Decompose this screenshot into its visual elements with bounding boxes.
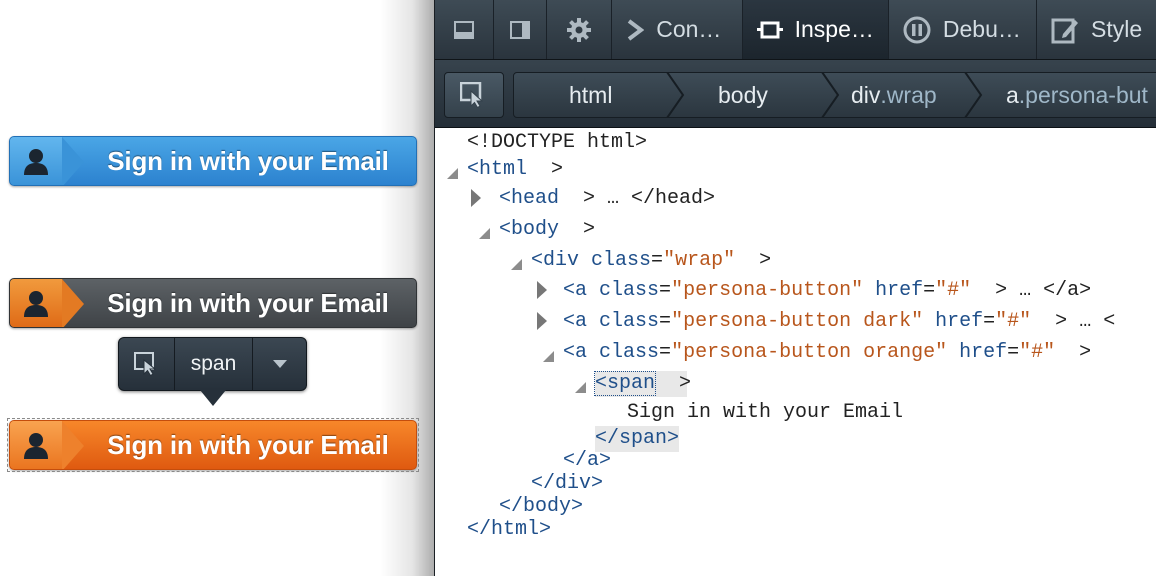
chevron-divider bbox=[62, 137, 84, 185]
pause-icon bbox=[903, 16, 931, 44]
markup-span-text[interactable]: Sign in with your Email bbox=[627, 400, 903, 426]
button-label: Sign in with your Email bbox=[107, 429, 389, 460]
settings-button[interactable] bbox=[547, 0, 613, 59]
markup-html-close[interactable]: </html> bbox=[467, 517, 551, 543]
tab-debugger[interactable]: Debu… bbox=[889, 0, 1037, 59]
expand-toggle[interactable] bbox=[471, 189, 481, 207]
expand-toggle[interactable] bbox=[511, 259, 522, 270]
dock-bottom-button[interactable] bbox=[435, 0, 495, 59]
markup-a-persona-button-dark[interactable]: <a class="persona-button dark" href="#" … bbox=[563, 309, 1115, 335]
markup-a-persona-button-orange[interactable]: <a class="persona-button orange" href="#… bbox=[563, 340, 1091, 366]
person-icon-area bbox=[10, 137, 62, 185]
infobar-tag-name: span bbox=[175, 338, 253, 390]
tab-label: Debu… bbox=[942, 16, 1021, 42]
button-label: Sign in with your Email bbox=[107, 145, 389, 176]
breadcrumb-body[interactable]: body bbox=[718, 72, 768, 118]
tab-label: Style bbox=[1091, 16, 1143, 42]
breadcrumb-html[interactable]: html bbox=[569, 72, 612, 118]
person-icon-area bbox=[10, 279, 62, 327]
breadcrumb-separator bbox=[964, 72, 983, 118]
markup-body-open[interactable]: <body > bbox=[499, 217, 595, 243]
breadcrumb-separator bbox=[821, 72, 840, 118]
person-icon bbox=[24, 291, 48, 317]
expand-toggle[interactable] bbox=[537, 312, 547, 330]
person-icon bbox=[24, 433, 48, 459]
infobar-menu-button[interactable] bbox=[253, 338, 306, 390]
tab-inspector[interactable]: Inspe… bbox=[742, 0, 889, 59]
expand-toggle[interactable] bbox=[537, 281, 547, 299]
tab-label: Inspe… bbox=[794, 16, 874, 42]
expand-toggle[interactable] bbox=[479, 228, 490, 239]
expand-toggle[interactable] bbox=[447, 168, 458, 179]
breadcrumb-div-wrap[interactable]: div .wrap bbox=[851, 72, 937, 118]
persona-button-orange[interactable]: Sign in with your Email bbox=[9, 420, 417, 470]
markup-html-open[interactable]: <html > bbox=[467, 157, 563, 183]
content-page: Sign in with your Email Sign in with you… bbox=[0, 0, 434, 576]
tab-style-editor[interactable]: Style bbox=[1037, 0, 1156, 59]
dock-side-button[interactable] bbox=[494, 0, 548, 59]
chevron-divider bbox=[62, 279, 84, 327]
element-picker-button[interactable] bbox=[444, 72, 504, 118]
person-icon bbox=[24, 149, 48, 175]
breadcrumb-a-persona-button[interactable]: a .persona-but bbox=[1006, 72, 1148, 118]
dropdown-arrow-icon bbox=[272, 360, 287, 368]
pencil-icon bbox=[1051, 16, 1079, 44]
markup-span-open-selected[interactable]: <span > bbox=[593, 371, 691, 397]
console-prompt-icon bbox=[626, 18, 645, 41]
breadcrumb-bar: html body div .wrap a .persona-but bbox=[435, 60, 1156, 128]
breadcrumb-separator bbox=[666, 72, 685, 118]
markup-view: <!DOCTYPE html> <html > <head > … </head… bbox=[435, 128, 1156, 576]
markup-div-open[interactable]: <div class="wrap" > bbox=[531, 248, 771, 274]
infobar-picker-button[interactable] bbox=[119, 338, 175, 390]
element-picker-icon bbox=[460, 82, 484, 108]
devtools-toolbar: Con… Inspe… Debu… Style bbox=[435, 0, 1156, 60]
button-label: Sign in with your Email bbox=[107, 287, 389, 318]
persona-button-dark[interactable]: Sign in with your Email bbox=[9, 278, 417, 328]
tab-console[interactable]: Con… bbox=[612, 0, 743, 59]
tab-label: Con… bbox=[656, 16, 722, 42]
expand-toggle[interactable] bbox=[575, 382, 586, 393]
infobar-pointer bbox=[200, 390, 226, 406]
markup-head[interactable]: <head > … </head> bbox=[499, 186, 715, 212]
dock-side-icon bbox=[510, 20, 531, 39]
markup-a-persona-button[interactable]: <a class="persona-button" href="#" > … <… bbox=[563, 278, 1091, 304]
element-picker-icon bbox=[133, 352, 156, 376]
persona-button-blue[interactable]: Sign in with your Email bbox=[9, 136, 417, 186]
markup-doctype: <!DOCTYPE html> bbox=[467, 131, 648, 154]
devtools-panel: Con… Inspe… Debu… Style html body div .w… bbox=[434, 0, 1156, 576]
inspector-icon bbox=[756, 18, 783, 42]
dock-bottom-icon bbox=[454, 20, 475, 39]
chevron-divider bbox=[62, 421, 84, 469]
element-infobar: span bbox=[118, 337, 307, 391]
expand-toggle[interactable] bbox=[543, 351, 554, 362]
gear-icon bbox=[567, 17, 592, 42]
person-icon-area bbox=[10, 421, 62, 469]
